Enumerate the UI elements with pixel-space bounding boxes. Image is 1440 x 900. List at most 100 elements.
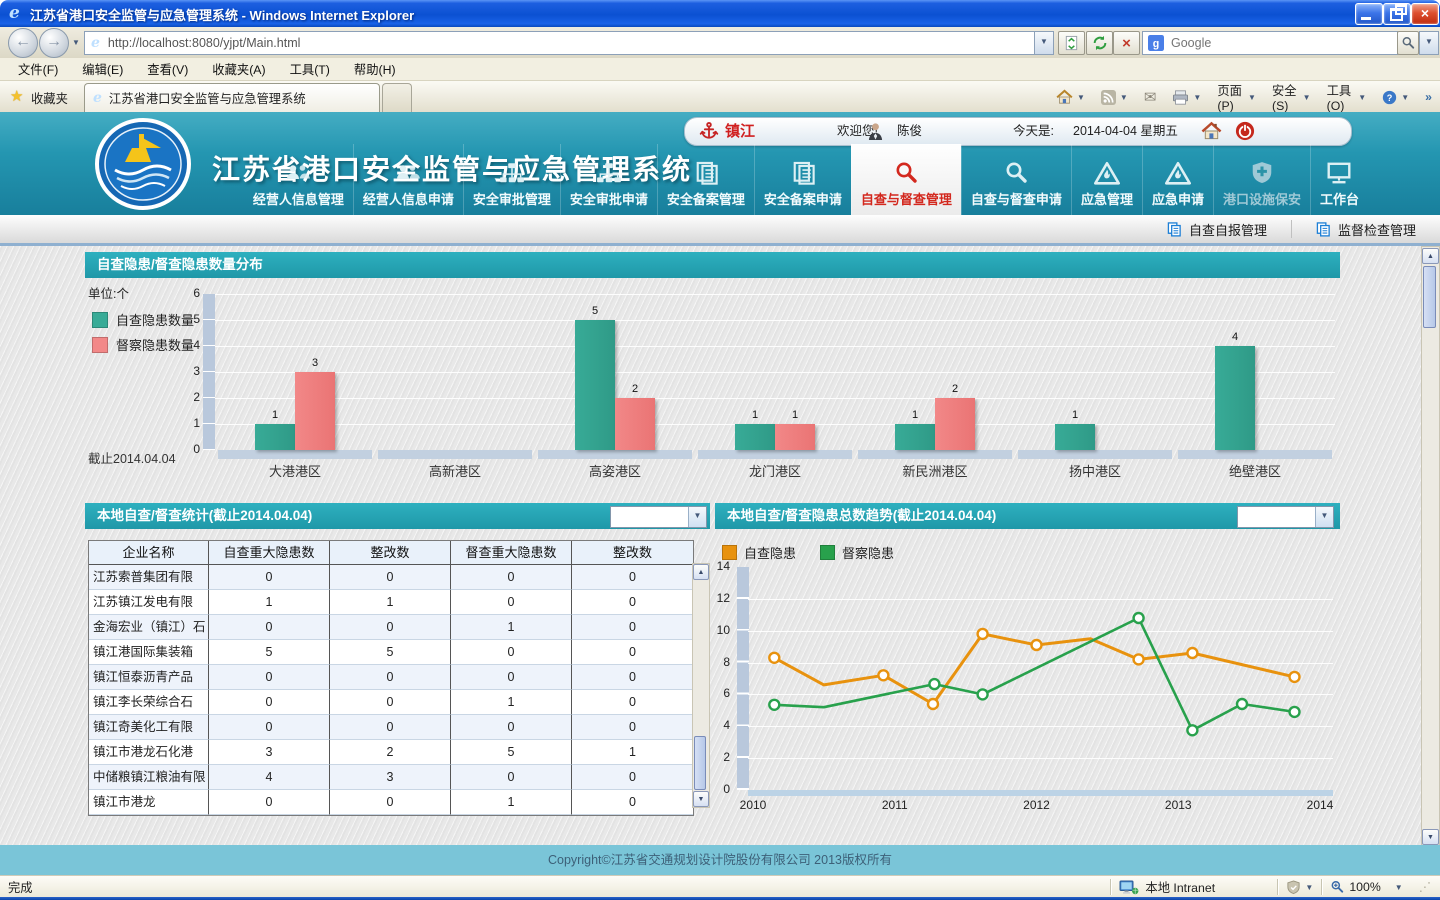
table-cell-company[interactable]: 镇江港国际集装箱 (89, 640, 209, 665)
menu-bar: 文件(F)编辑(E)查看(V)收藏夹(A)工具(T)帮助(H) (0, 58, 1440, 81)
active-tab[interactable]: e 江苏省港口安全监管与应急管理系统 (84, 83, 380, 112)
subnav-item-自查自报管理[interactable]: 自查自报管理 (1143, 220, 1291, 238)
command-item-label: 工具(O) (1327, 81, 1355, 113)
search-box[interactable]: g (1142, 31, 1398, 55)
sub-nav: 自查自报管理监督检查管理 (0, 215, 1440, 246)
table-cell-company[interactable]: 镇江奇美化工有限 (89, 715, 209, 740)
nav-item-自查与督查管理[interactable]: 自查与督查管理 (851, 144, 961, 215)
nav-item-安全备案申请[interactable]: 安全备案申请 (754, 144, 851, 215)
menu-item[interactable]: 编辑(E) (70, 60, 135, 78)
table-cell-company[interactable]: 江苏镇江发电有限 (89, 590, 209, 615)
page-scroll-thumb[interactable] (1423, 266, 1436, 328)
nav-item-安全审批管理[interactable]: 安全审批管理 (463, 144, 560, 215)
nav-item-应急申请[interactable]: 应急申请 (1142, 144, 1213, 215)
document-icon (693, 161, 719, 185)
bar-gridline (215, 294, 1335, 295)
page-scroll-up-button[interactable]: ▲ (1422, 248, 1439, 264)
menu-item[interactable]: 文件(F) (6, 60, 70, 78)
table-cell-value: 0 (451, 640, 572, 665)
compatibility-button[interactable] (1058, 31, 1085, 55)
favorites-star-icon[interactable]: ★ (10, 87, 23, 105)
menu-item[interactable]: 收藏夹(A) (200, 60, 277, 78)
command-item[interactable]: 安全(S)▼ (1264, 81, 1319, 113)
nav-item-安全备案管理[interactable]: 安全备案管理 (657, 144, 754, 215)
help-button[interactable]: ? ▼ (1374, 90, 1417, 105)
page-scrollbar[interactable]: ▲ ▼ (1421, 246, 1440, 847)
read-mail-button[interactable]: ✉ (1136, 88, 1165, 106)
favorites-label[interactable]: 收藏夹 (31, 89, 68, 107)
table-cell-value: 2 (330, 740, 451, 765)
command-item[interactable]: 页面(P)▼ (1209, 81, 1264, 113)
feeds-button[interactable]: ▼ (1093, 90, 1136, 105)
nav-item-安全审批申请[interactable]: 安全审批申请 (560, 144, 657, 215)
bar-value-label: 1 (775, 409, 815, 421)
stop-button[interactable]: × (1113, 31, 1140, 55)
table-cell-company[interactable]: 江苏索普集团有限 (89, 565, 209, 590)
security-zone: 本地 Intranet (1111, 876, 1277, 898)
bar-value-label: 1 (895, 409, 935, 421)
dropdown-icon: ▼ (1358, 93, 1366, 102)
nav-item-经营人信息申请[interactable]: 经营人信息申请 (353, 144, 463, 215)
print-button[interactable]: ▼ (1164, 90, 1209, 105)
address-dropdown[interactable]: ▼ (1034, 31, 1054, 55)
table-cell-value: 1 (330, 590, 451, 615)
intranet-computer-icon (1119, 880, 1139, 895)
table-cell-company[interactable]: 镇江市港龙 (89, 790, 209, 815)
new-tab-button[interactable] (382, 83, 412, 113)
welcome-bar: 镇江 欢迎您! 陈俊 今天是: 2014-04-04 星期五 (684, 117, 1352, 146)
back-button[interactable]: ← (8, 28, 38, 58)
search-options-dropdown[interactable]: ▼ (1419, 31, 1439, 55)
protected-mode-button[interactable]: ▼ (1278, 876, 1321, 898)
menu-item[interactable]: 帮助(H) (342, 60, 408, 78)
close-button[interactable]: × (1411, 3, 1439, 25)
restore-button[interactable] (1383, 3, 1411, 25)
nav-item-自查与督查申请[interactable]: 自查与督查申请 (961, 144, 1071, 215)
table-cell-value: 0 (572, 640, 693, 665)
forward-button[interactable]: → (39, 28, 69, 58)
table-cell-value: 3 (209, 740, 330, 765)
command-bar: ▼ ▼ ✉ ▼ 页面(P)▼安全(S)▼工具(O)▼ ? ▼ » (1048, 86, 1440, 108)
current-date: 2014-04-04 星期五 (1073, 118, 1178, 145)
nav-item-港口设施保安[interactable]: 港口设施保安 (1213, 144, 1310, 215)
menu-item[interactable]: 工具(T) (278, 60, 342, 78)
search-button[interactable] (1397, 31, 1419, 55)
bar-x-axis-segment (1018, 450, 1172, 459)
history-dropdown[interactable]: ▼ (72, 38, 80, 47)
table-filter-select[interactable]: ▼ (610, 506, 707, 528)
close-icon: × (1412, 5, 1438, 21)
bar-x-axis-segment (378, 450, 532, 459)
nav-item-经营人信息管理[interactable]: 经营人信息管理 (244, 144, 353, 215)
users-icon (285, 161, 311, 185)
minimize-button[interactable] (1355, 3, 1383, 25)
search-input[interactable] (1169, 35, 1363, 51)
command-item[interactable]: 工具(O)▼ (1319, 81, 1375, 113)
table-cell-company[interactable]: 镇江李长荣综合石 (89, 690, 209, 715)
copyright-footer: Copyright©江苏省交通规划设计院股份有限公司 2013版权所有 (0, 845, 1440, 875)
table-cell-company[interactable]: 镇江恒泰沥青产品 (89, 665, 209, 690)
zoom-control[interactable]: 100% ▼ (1322, 876, 1410, 898)
refresh-button[interactable] (1086, 31, 1113, 55)
line-y-tick-label: 6 (700, 686, 730, 700)
resize-grip[interactable]: ⋰ (1411, 876, 1440, 898)
report-icon (1167, 222, 1182, 237)
table-cell-company[interactable]: 中储粮镇江粮油有限 (89, 765, 209, 790)
url-input[interactable] (106, 35, 1000, 51)
subnav-item-监督检查管理[interactable]: 监督检查管理 (1291, 220, 1440, 238)
home-button[interactable]: ▼ (1048, 89, 1093, 105)
menu-item[interactable]: 查看(V) (135, 60, 200, 78)
google-logo-icon: g (1148, 35, 1164, 51)
toolbar-overflow-chevron[interactable]: » (1417, 90, 1440, 104)
bar-x-axis-segment (698, 450, 852, 459)
table-cell-value: 0 (209, 790, 330, 815)
table-cell-value: 3 (330, 765, 451, 790)
table-cell-company[interactable]: 金海宏业（镇江）石 (89, 615, 209, 640)
bar-gridline (215, 372, 1335, 373)
nav-item-应急管理[interactable]: 应急管理 (1071, 144, 1142, 215)
line-chart-filter-select[interactable]: ▼ (1237, 506, 1334, 528)
page-scroll-down-button[interactable]: ▼ (1422, 829, 1439, 845)
protected-mode-icon (1286, 880, 1301, 895)
minimize-icon (1361, 17, 1371, 20)
nav-item-工作台[interactable]: 工作台 (1310, 144, 1368, 215)
table-cell-company[interactable]: 镇江市港龙石化港 (89, 740, 209, 765)
address-field[interactable]: e (84, 31, 1036, 55)
